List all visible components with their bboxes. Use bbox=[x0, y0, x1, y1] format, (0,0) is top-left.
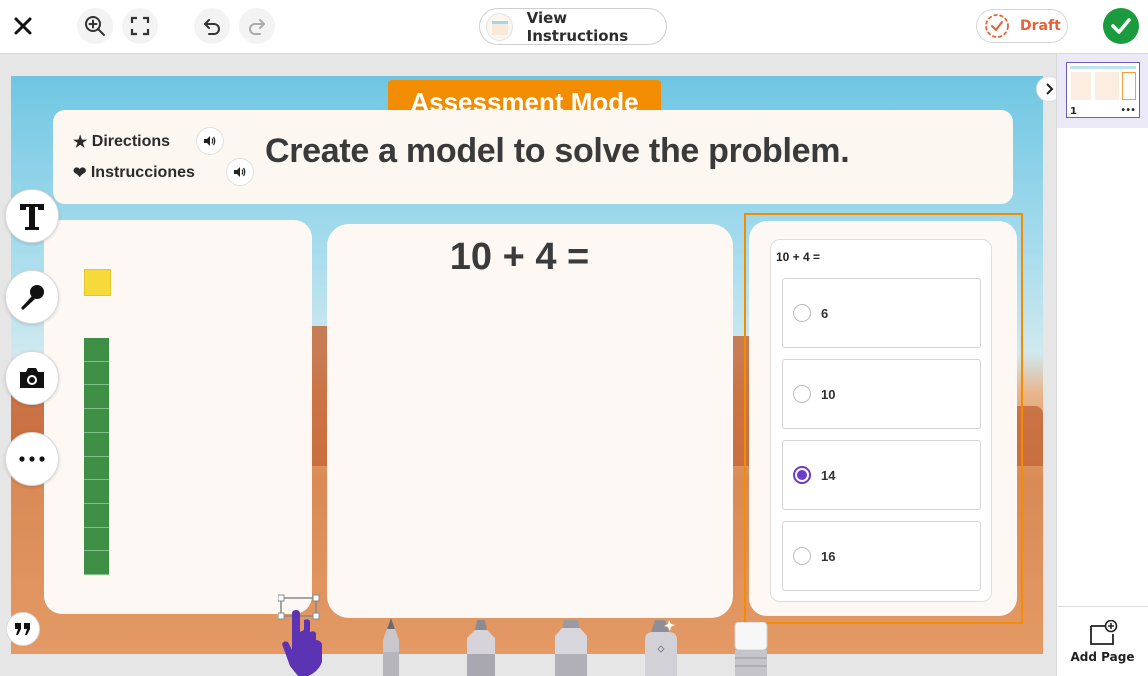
text-tool-button[interactable] bbox=[5, 189, 59, 243]
draft-button[interactable]: Draft bbox=[976, 9, 1068, 43]
instructions-thumbnail bbox=[486, 12, 513, 41]
redo-icon bbox=[249, 19, 265, 35]
eraser-tool[interactable] bbox=[733, 622, 769, 676]
page-thumbnail-item[interactable]: 1 ••• bbox=[1057, 54, 1148, 128]
directions-label: Directions bbox=[91, 133, 171, 150]
close-icon bbox=[14, 17, 32, 35]
marker-tool[interactable] bbox=[463, 620, 499, 676]
add-page-button[interactable]: Add Page bbox=[1057, 606, 1148, 676]
zoom-in-icon bbox=[85, 16, 105, 36]
camera-icon bbox=[20, 368, 44, 388]
redo-button[interactable] bbox=[239, 8, 275, 44]
microphone-button[interactable] bbox=[5, 270, 59, 324]
choice-option[interactable]: 6 bbox=[782, 278, 981, 348]
top-toolbar: View Instructions Draft bbox=[0, 0, 1148, 54]
multiple-choice-question: 10 + 4 = 6 10 14 16 bbox=[770, 239, 992, 602]
problem-title: Create a model to solve the problem. bbox=[265, 132, 850, 170]
add-page-icon bbox=[1089, 619, 1117, 645]
ten-rod[interactable] bbox=[84, 338, 109, 576]
directions-card: ★ Directions ❤ Instrucciones Create a mo… bbox=[53, 110, 1013, 204]
close-button[interactable] bbox=[5, 8, 41, 44]
more-icon bbox=[19, 456, 45, 462]
unit-cube[interactable] bbox=[84, 269, 111, 296]
radio-button[interactable] bbox=[793, 547, 811, 565]
fullscreen-button[interactable] bbox=[122, 8, 158, 44]
glitter-pen-icon bbox=[645, 620, 677, 676]
submit-button[interactable] bbox=[1103, 8, 1139, 44]
camera-button[interactable] bbox=[5, 351, 59, 405]
zoom-in-button[interactable] bbox=[77, 8, 113, 44]
page-number: 1 bbox=[1070, 106, 1077, 117]
choice-label: 10 bbox=[821, 386, 836, 402]
instrucciones-audio-button[interactable] bbox=[226, 158, 254, 186]
more-options-button[interactable] bbox=[5, 432, 59, 486]
view-instructions-button[interactable]: View Instructions bbox=[479, 8, 667, 45]
add-page-label: Add Page bbox=[1070, 649, 1135, 664]
page-thumbnail[interactable]: 1 ••• bbox=[1066, 62, 1140, 118]
marker-icon bbox=[467, 620, 495, 676]
eraser-icon bbox=[734, 622, 768, 676]
draft-icon bbox=[985, 14, 1009, 38]
quote-icon bbox=[15, 623, 30, 635]
chevron-right-icon bbox=[1046, 83, 1054, 95]
question-prompt: 10 + 4 = bbox=[776, 250, 821, 264]
directions-audio-button[interactable] bbox=[196, 127, 224, 155]
speaker-icon bbox=[204, 136, 216, 146]
radio-button-selected[interactable] bbox=[793, 466, 811, 484]
quote-button[interactable] bbox=[6, 612, 40, 646]
undo-button[interactable] bbox=[194, 8, 230, 44]
undo-icon bbox=[204, 19, 220, 35]
fullscreen-icon bbox=[130, 16, 150, 36]
workspace-card[interactable]: 10 + 4 = bbox=[327, 224, 733, 618]
pencil-icon bbox=[383, 618, 399, 676]
instrucciones-label: Instrucciones bbox=[90, 164, 195, 181]
choice-label: 16 bbox=[821, 548, 836, 564]
radio-button[interactable] bbox=[793, 304, 811, 322]
glitter-pen-tool[interactable] bbox=[641, 618, 681, 676]
speaker-icon bbox=[234, 167, 246, 177]
pointer-hand-icon bbox=[278, 594, 322, 676]
choice-label: 6 bbox=[821, 305, 829, 321]
draft-label: Draft bbox=[1020, 18, 1061, 34]
heart-icon: ❤ bbox=[73, 165, 91, 182]
text-tool-icon bbox=[20, 204, 44, 230]
star-icon: ★ bbox=[73, 134, 92, 151]
pencil-tool[interactable] bbox=[373, 618, 409, 676]
radio-button[interactable] bbox=[793, 385, 811, 403]
instrucciones-row: ❤ Instrucciones bbox=[73, 163, 195, 183]
pages-panel: 1 ••• Add Page bbox=[1056, 54, 1148, 676]
choice-label: 14 bbox=[821, 467, 836, 483]
highlighter-tool[interactable] bbox=[552, 620, 590, 676]
choice-option[interactable]: 16 bbox=[782, 521, 981, 591]
choice-option[interactable]: 14 bbox=[782, 440, 981, 510]
directions-row: ★ Directions bbox=[73, 132, 170, 152]
highlighter-icon bbox=[555, 620, 587, 676]
microphone-icon bbox=[21, 285, 44, 310]
page-options-icon[interactable]: ••• bbox=[1120, 105, 1136, 116]
view-instructions-label: View Instructions bbox=[526, 8, 629, 45]
checkmark-icon bbox=[1111, 18, 1131, 34]
pointer-hand-tool[interactable] bbox=[278, 594, 328, 676]
equation-text: 10 + 4 = bbox=[449, 236, 590, 278]
choice-option[interactable]: 10 bbox=[782, 359, 981, 429]
